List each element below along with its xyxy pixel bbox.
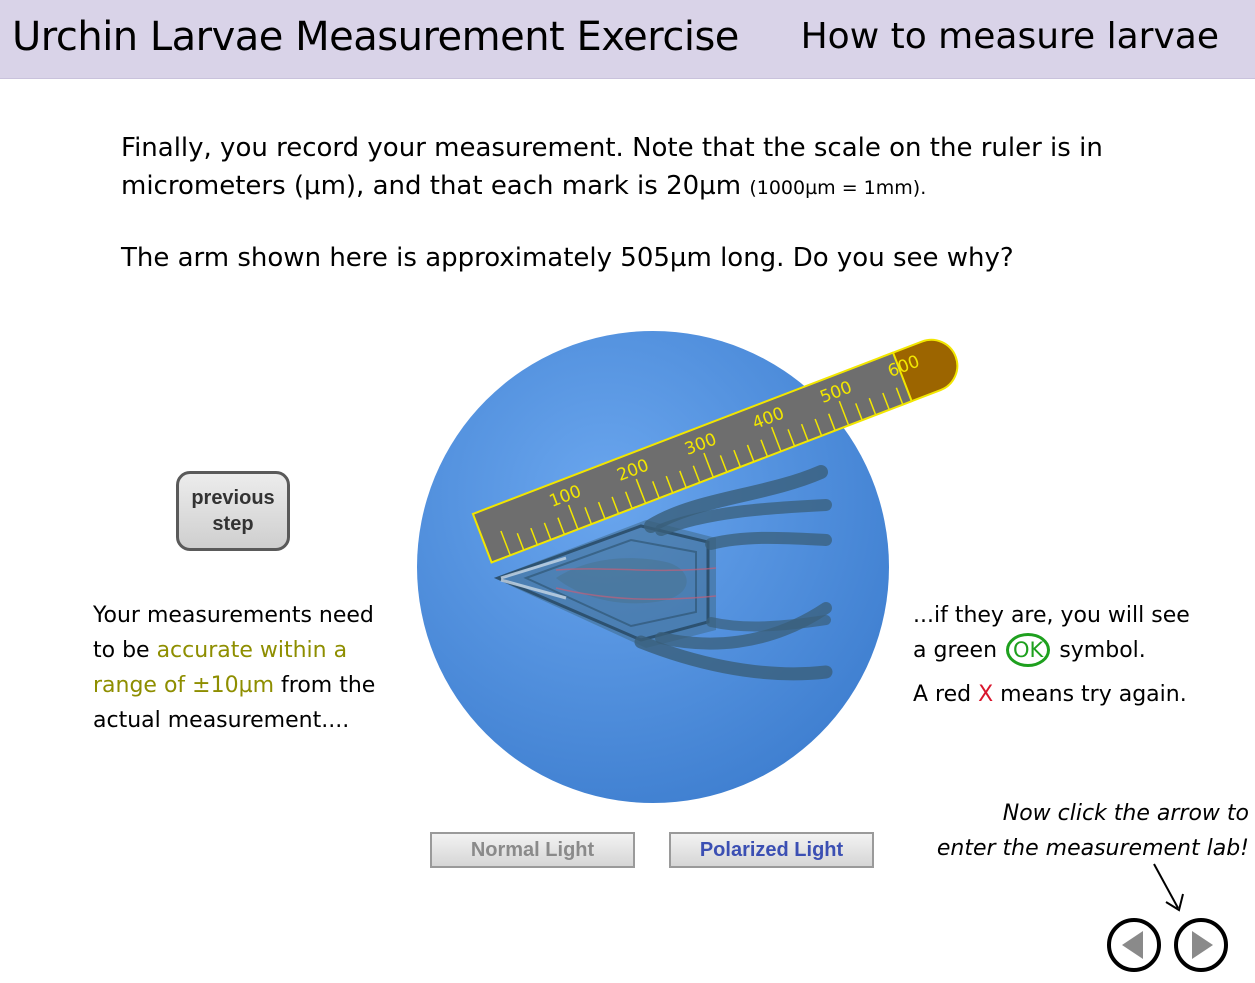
section-title: How to measure larvae — [800, 16, 1219, 57]
header-bar: Urchin Larvae Measurement Exercise How t… — [0, 0, 1255, 79]
previous-step-button[interactable]: previous step — [176, 471, 290, 551]
polarized-light-button[interactable]: Polarized Light — [669, 832, 874, 868]
retry-note-a: A red — [913, 682, 979, 707]
pointer-arrow-icon — [1153, 863, 1184, 912]
normal-light-button[interactable]: Normal Light — [430, 832, 635, 868]
retry-note-b: means try again. — [993, 682, 1187, 707]
intro-line-1: Finally, you record your measurement. No… — [121, 133, 1103, 163]
app-title: Urchin Larvae Measurement Exercise — [12, 14, 739, 60]
result-note-line-1: ...if they are, you will see — [913, 603, 1190, 628]
accuracy-note-line-4: actual measurement.... — [93, 708, 350, 733]
result-note-line-2b: symbol. — [1052, 638, 1146, 663]
next-button[interactable] — [1174, 918, 1228, 972]
ruler-tick — [895, 387, 904, 405]
accuracy-note: Your measurements need to be accurate wi… — [93, 598, 375, 738]
lab-instruction-line-1: Now click the arrow to — [1002, 801, 1249, 826]
previous-step-label-2: step — [212, 513, 254, 535]
result-note: ...if they are, you will see a green OK … — [913, 598, 1190, 668]
triangle-right-icon — [1192, 931, 1213, 959]
accuracy-highlight-1: accurate within a — [156, 638, 348, 663]
ruler-label: 600 — [885, 352, 922, 382]
ok-symbol-icon: OK — [1006, 633, 1051, 667]
lab-instruction: Now click the arrow to enter the measure… — [937, 796, 1249, 866]
intro-line-2-note: (1000µm = 1mm). — [749, 177, 927, 199]
intro-question: The arm shown here is approximately 505µ… — [121, 243, 1014, 273]
accuracy-highlight-2: range of ±10µm — [93, 673, 275, 698]
intro-line-2: micrometers (µm), and that each mark is … — [121, 167, 1103, 207]
intro-line-2-main: micrometers (µm), and that each mark is … — [121, 171, 750, 201]
accuracy-note-line-3: from the — [274, 673, 376, 698]
result-note-line-2a: a green — [913, 638, 1005, 663]
intro-text: Finally, you record your measurement. No… — [121, 129, 1103, 207]
accuracy-note-line-1: Your measurements need — [93, 603, 374, 628]
accuracy-note-line-2: to be — [93, 638, 157, 663]
retry-note: A red X means try again. — [913, 677, 1187, 712]
previous-step-label-1: previous — [191, 487, 275, 509]
triangle-left-icon — [1122, 931, 1143, 959]
red-x-icon: X — [978, 682, 994, 707]
microscope-view — [417, 331, 889, 803]
lab-instruction-line-2: enter the measurement lab! — [936, 836, 1249, 861]
back-button[interactable] — [1107, 918, 1161, 972]
